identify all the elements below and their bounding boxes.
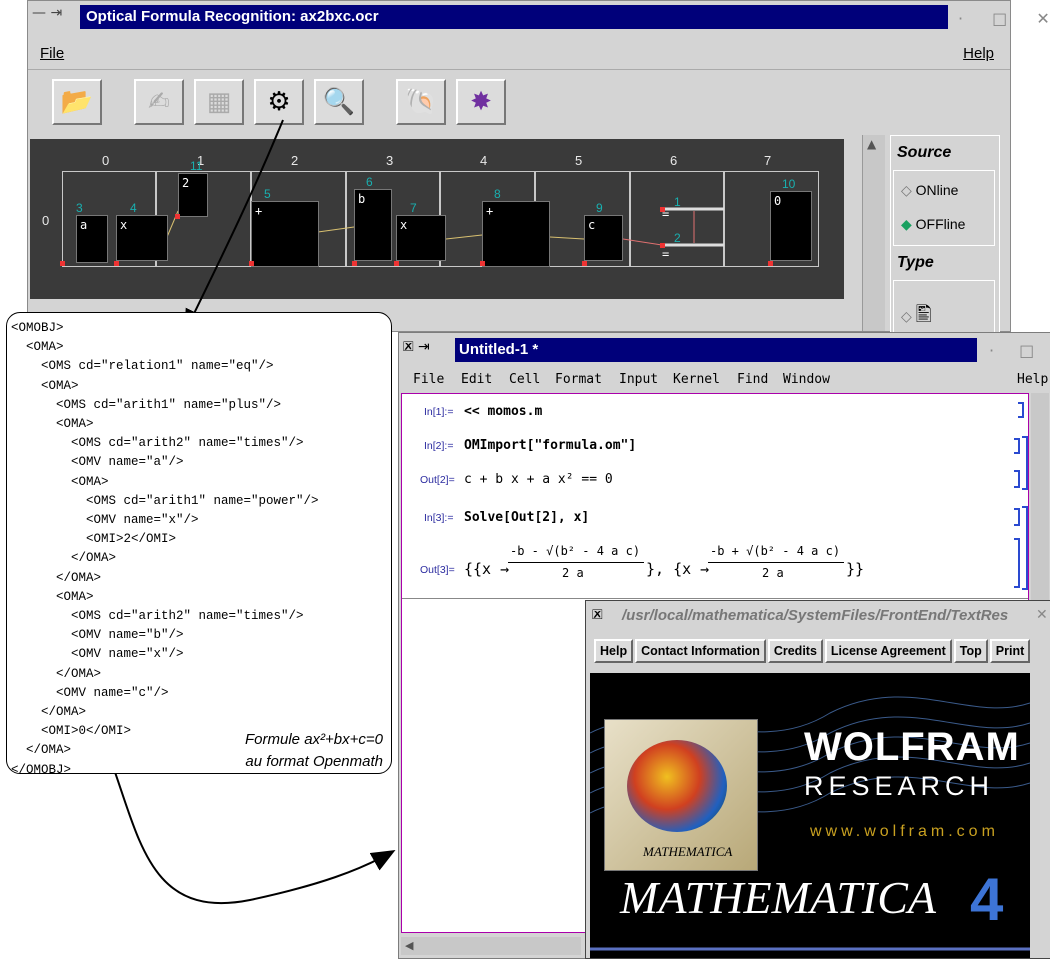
openmath-code: <OMOBJ> <OMA> <OMS cd="relation1" name="…	[11, 319, 319, 780]
openmath-line: </OMA>	[11, 551, 117, 566]
openmath-line: </OMA>	[11, 570, 102, 585]
openmath-line: <OMA>	[11, 417, 94, 432]
output-label: Out[2]=	[420, 474, 455, 486]
output-close: }}	[846, 560, 865, 578]
openmath-line: <OMA>	[11, 378, 79, 393]
openmath-line: <OMI>2</OMI>	[11, 532, 177, 547]
cell-group-bracket[interactable]	[1022, 436, 1028, 490]
openmath-line: <OMOBJ>	[11, 321, 64, 335]
cell-bracket[interactable]	[1014, 538, 1020, 588]
menu-cell[interactable]: Cell	[509, 372, 540, 387]
openmath-line: <OMV name="a"/>	[11, 455, 184, 470]
cell-bracket[interactable]	[1014, 508, 1020, 526]
help-nav-help[interactable]: Help	[594, 639, 634, 663]
openmath-line: <OMV name="b"/>	[11, 628, 184, 643]
cell-bracket[interactable]	[1018, 402, 1024, 418]
openmath-line: </OMA>	[11, 666, 102, 681]
output-open: {{x →	[464, 560, 510, 578]
notebook-horizontal-scrollbar[interactable]: ◀	[401, 937, 581, 955]
mathematica-box: MATHEMATICA	[604, 719, 758, 871]
openmath-line: <OMS cd="arith2" name="times"/>	[11, 436, 304, 451]
input-label: In[3]:=	[424, 512, 454, 524]
spikey-icon	[627, 740, 727, 832]
mathematica-app-icon[interactable]: 🗷	[592, 607, 603, 623]
menu-help[interactable]: Help	[1017, 372, 1048, 387]
help-nav-contact[interactable]: Contact Information	[635, 639, 766, 663]
root-numerator: -b - √(b² - 4 a c)	[510, 544, 641, 558]
help-browser-window: 🗷 /usr/local/mathematica/SystemFiles/Fro…	[585, 600, 1050, 959]
openmath-line: <OMV name="x"/>	[11, 647, 184, 662]
openmath-line: </OMA>	[11, 705, 87, 720]
fraction-bar	[708, 562, 844, 563]
openmath-line: <OMS cd="arith2" name="times"/>	[11, 609, 304, 624]
box-label: MATHEMATICA	[643, 844, 733, 859]
menu-edit[interactable]: Edit	[461, 372, 492, 387]
openmath-line: <OMV name="c"/>	[11, 685, 169, 700]
research-text: RESEARCH	[804, 771, 995, 801]
help-nav-bar: Help Contact Information Credits License…	[594, 639, 1031, 663]
menu-kernel[interactable]: Kernel	[673, 372, 720, 387]
cell-group-bracket[interactable]	[1022, 506, 1028, 590]
window-controls[interactable]: · □ ✕	[989, 341, 1050, 360]
version-number: 4	[970, 866, 1004, 933]
help-nav-top[interactable]: Top	[953, 639, 988, 663]
fraction-bar	[508, 562, 644, 563]
openmath-line: <OMA>	[11, 340, 64, 355]
output-label: Out[3]=	[420, 564, 455, 576]
input-label: In[2]:=	[424, 440, 454, 452]
close-icon[interactable]: ✕	[1036, 607, 1048, 623]
cell-bracket[interactable]	[1014, 470, 1020, 488]
openmath-line: <OMV name="x"/>	[11, 513, 199, 528]
openmath-line: <OMS cd="arith1" name="plus"/>	[11, 397, 282, 412]
mathematica-app-icon[interactable]: 🗷 ⇥	[403, 339, 430, 355]
openmath-line: <OMS cd="relation1" name="eq"/>	[11, 359, 274, 374]
openmath-callout: <OMOBJ> <OMA> <OMS cd="relation1" name="…	[6, 312, 392, 777]
help-nav-print[interactable]: Print	[989, 639, 1031, 663]
menu-file[interactable]: File	[413, 372, 444, 387]
help-nav-license[interactable]: License Agreement	[824, 639, 952, 663]
notebook-title: Untitled-1 *	[459, 341, 539, 358]
openmath-line: <OMA>	[11, 474, 109, 489]
openmath-caption: Formule ax²+bx+c=0 au format Openmath	[245, 731, 383, 770]
openmath-line: <OMS cd="arith1" name="power"/>	[11, 493, 319, 508]
mathematica-logo-text: MATHEMATICA	[620, 872, 937, 923]
wolfram-splash: MATHEMATICA WOLFRAM RESEARCH www.wolfram…	[590, 673, 1030, 958]
cell-bracket[interactable]	[1014, 438, 1020, 454]
scroll-left-icon[interactable]: ◀	[405, 939, 413, 952]
root-denominator: 2 a	[562, 566, 584, 580]
output-cell[interactable]: c + b x + a x² == 0	[464, 472, 613, 487]
input-cell[interactable]: Solve[Out[2], x]	[464, 510, 589, 525]
input-cell[interactable]: << momos.m	[464, 404, 542, 419]
menu-find[interactable]: Find	[737, 372, 768, 387]
help-nav-credits[interactable]: Credits	[767, 639, 823, 663]
output-mid: }, {x →	[646, 560, 710, 578]
root-numerator: -b + √(b² - 4 a c)	[710, 544, 841, 558]
openmath-line: <OMA>	[11, 589, 94, 604]
help-window-title: /usr/local/mathematica/SystemFiles/Front…	[622, 607, 1009, 624]
menu-format[interactable]: Format	[555, 372, 602, 387]
wolfram-url[interactable]: www.wolfram.com	[810, 823, 999, 841]
input-label: In[1]:=	[424, 406, 454, 418]
wolfram-logo-text: WOLFRAM	[804, 725, 1020, 769]
input-cell[interactable]: OMImport["formula.om"]	[464, 438, 636, 453]
menu-window[interactable]: Window	[783, 372, 830, 387]
cell-insertion-line	[402, 598, 1028, 599]
menu-input[interactable]: Input	[619, 372, 658, 387]
notebook-menubar: File Edit Cell Format Input Kernel Find …	[399, 369, 1050, 391]
root-denominator: 2 a	[762, 566, 784, 580]
